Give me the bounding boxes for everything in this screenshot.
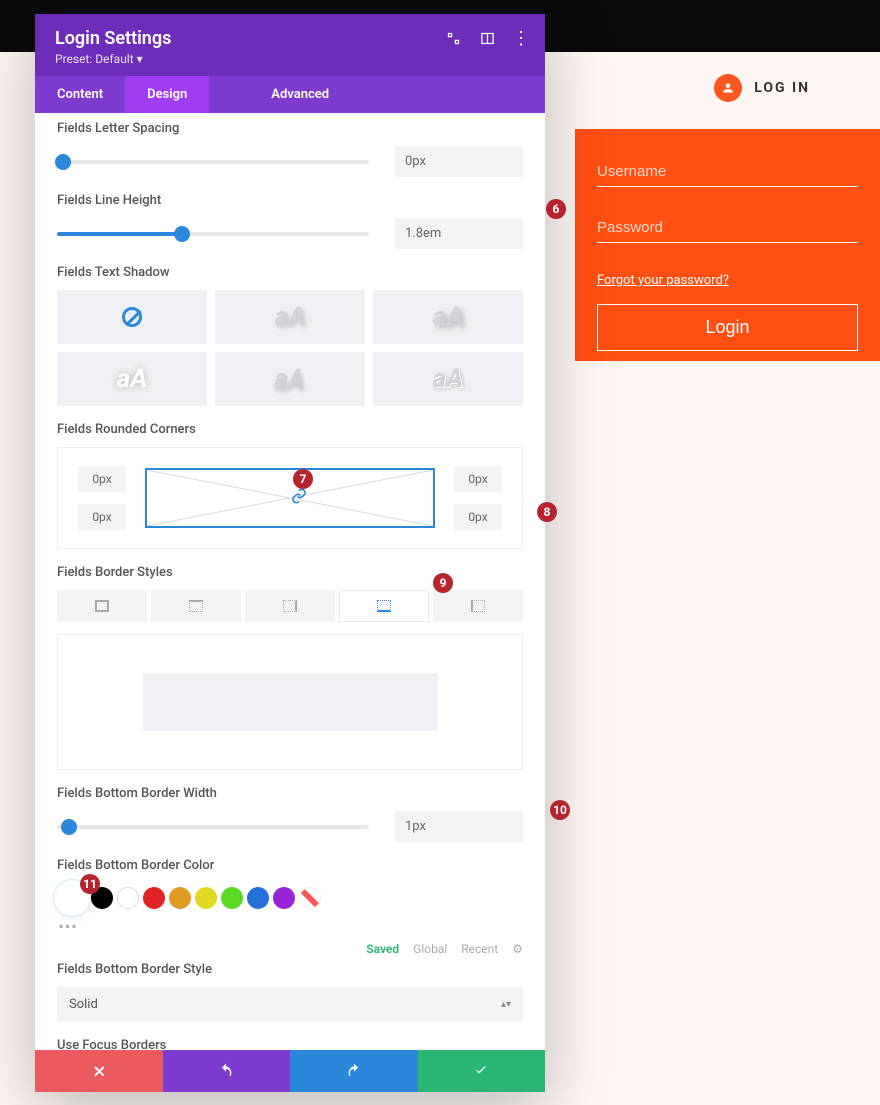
chevron-updown-icon: ▴▾: [501, 999, 511, 1010]
label-border-styles: Fields Border Styles: [57, 565, 523, 580]
bottom-style-select[interactable]: Solid ▴▾: [57, 987, 523, 1022]
expand-icon[interactable]: [445, 30, 461, 46]
border-left[interactable]: [433, 590, 523, 622]
border-right[interactable]: [245, 590, 335, 622]
annotation-7: 7: [293, 469, 313, 489]
annotation-9: 9: [433, 573, 453, 593]
gear-icon[interactable]: ⚙: [512, 942, 523, 956]
swatch-purple[interactable]: [273, 887, 295, 909]
border-styles-row: [57, 590, 523, 622]
border-top[interactable]: [151, 590, 241, 622]
tab-design[interactable]: Design: [125, 76, 209, 113]
border-bottom[interactable]: [339, 590, 429, 622]
text-shadow-options: aA aA aA aA aA: [57, 290, 523, 406]
swatch-white[interactable]: [117, 887, 139, 909]
bottom-width-slider[interactable]: [57, 825, 369, 829]
label-bottom-color: Fields Bottom Border Color: [57, 858, 523, 873]
close-button[interactable]: [35, 1050, 163, 1092]
color-swatches: [57, 883, 523, 913]
columns-icon[interactable]: [479, 30, 495, 46]
corner-tl[interactable]: 0px: [78, 466, 126, 492]
panel-footer: [35, 1050, 545, 1092]
label-bottom-style: Fields Bottom Border Style: [57, 962, 523, 977]
annotation-6: 6: [546, 199, 566, 219]
more-colors-icon[interactable]: •••: [57, 917, 79, 936]
label-bottom-width: Fields Bottom Border Width: [57, 786, 523, 801]
label-text-shadow: Fields Text Shadow: [57, 265, 523, 280]
undo-button[interactable]: [163, 1050, 291, 1092]
swatch-green[interactable]: [221, 887, 243, 909]
username-field[interactable]: [597, 157, 858, 187]
login-button[interactable]: Login: [597, 304, 858, 351]
annotation-11: 11: [80, 874, 100, 894]
user-icon: [714, 74, 742, 102]
corner-br[interactable]: 0px: [454, 504, 502, 530]
line-height-slider[interactable]: [57, 232, 369, 236]
menu-icon[interactable]: ⋮: [513, 30, 529, 46]
shadow-opt-4[interactable]: aA: [57, 352, 207, 406]
shadow-opt-5[interactable]: aA: [215, 352, 365, 406]
shadow-none[interactable]: [57, 290, 207, 344]
label-line-height: Fields Line Height: [57, 193, 523, 208]
login-preview: Forgot your password? Login: [575, 129, 880, 361]
save-button[interactable]: [418, 1050, 546, 1092]
border-all[interactable]: [57, 590, 147, 622]
forgot-password-link[interactable]: Forgot your password?: [597, 273, 729, 288]
swatch-red[interactable]: [143, 887, 165, 909]
login-badge[interactable]: LOG IN: [714, 74, 810, 102]
swatch-yellow[interactable]: [195, 887, 217, 909]
status-recent[interactable]: Recent: [461, 942, 498, 956]
status-row: Saved Global Recent ⚙: [57, 942, 523, 956]
label-letter-spacing: Fields Letter Spacing: [57, 121, 523, 136]
annotation-8: 8: [537, 502, 557, 522]
swatch-none[interactable]: [299, 887, 321, 909]
tab-content[interactable]: Content: [35, 76, 125, 113]
corner-tr[interactable]: 0px: [454, 466, 502, 492]
panel-body: Fields Letter Spacing 0px Fields Line He…: [35, 113, 545, 1050]
label-focus-borders: Use Focus Borders: [57, 1038, 523, 1050]
corner-preview-box: [145, 468, 435, 528]
rounded-corners-control: 0px 0px 0px 0px: [57, 447, 523, 549]
tab-advanced[interactable]: Advanced: [249, 76, 351, 113]
panel-preset[interactable]: Preset: Default ▾: [55, 52, 525, 66]
panel-header: Login Settings Preset: Default ▾ ⋮: [35, 14, 545, 76]
label-rounded-corners: Fields Rounded Corners: [57, 422, 523, 437]
status-saved[interactable]: Saved: [366, 942, 399, 956]
settings-panel: Login Settings Preset: Default ▾ ⋮ Conte…: [35, 14, 545, 1092]
password-field[interactable]: [597, 213, 858, 243]
status-global[interactable]: Global: [413, 942, 447, 956]
corner-bl[interactable]: 0px: [78, 504, 126, 530]
line-height-value[interactable]: 1.8em: [395, 218, 523, 249]
letter-spacing-slider[interactable]: [57, 160, 369, 164]
border-preview: [57, 634, 523, 770]
bottom-width-value[interactable]: 1px: [395, 811, 523, 842]
redo-button[interactable]: [290, 1050, 418, 1092]
panel-tabs: Content Design Advanced: [35, 76, 545, 113]
login-badge-text: LOG IN: [754, 80, 810, 96]
annotation-10: 10: [550, 800, 570, 820]
shadow-opt-2[interactable]: aA: [215, 290, 365, 344]
link-icon[interactable]: [291, 488, 307, 508]
shadow-opt-3[interactable]: aA: [373, 290, 523, 344]
shadow-opt-6[interactable]: aA: [373, 352, 523, 406]
swatch-blue[interactable]: [247, 887, 269, 909]
swatch-orange[interactable]: [169, 887, 191, 909]
letter-spacing-value[interactable]: 0px: [395, 146, 523, 177]
